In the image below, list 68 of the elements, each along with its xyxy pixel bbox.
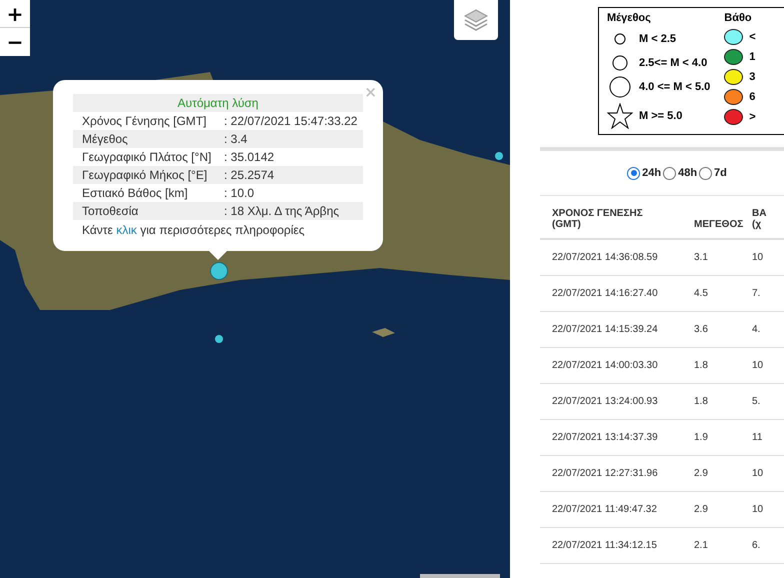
earthquake-marker[interactable] bbox=[215, 335, 223, 343]
popup-title: Αυτόματη λύση bbox=[73, 94, 363, 112]
field-label: Τοποθεσία bbox=[82, 204, 140, 218]
column-header: ΧΡΟΝΟΣ ΓΕΝΕΣΗΣ (GMT) bbox=[552, 208, 644, 230]
satellite-map[interactable] bbox=[0, 0, 510, 578]
circle-icon bbox=[612, 55, 628, 71]
table-cell-text: 7. bbox=[752, 288, 762, 299]
table-cell-text: 22/07/2021 13:14:37.39 bbox=[552, 432, 659, 443]
table-cell-text: 5. bbox=[752, 396, 762, 407]
table-cell-text: 3.6 bbox=[694, 324, 709, 335]
circle-icon bbox=[614, 33, 626, 45]
legend-label: M >= 5.0 bbox=[639, 110, 682, 122]
table-cell-text: 4. bbox=[752, 324, 762, 335]
period-radio[interactable]: 24h bbox=[627, 166, 662, 180]
field-label: Μέγεθος bbox=[82, 132, 129, 146]
field-label: Χρόνος Γένησης [GMT] bbox=[82, 114, 208, 128]
field-value: : 3.4 bbox=[224, 132, 248, 146]
table-cell-text: 22/07/2021 14:16:27.40 bbox=[552, 288, 659, 299]
legend-label: 4.0 <= M < 5.0 bbox=[639, 81, 710, 93]
table-cell-text: 11 bbox=[752, 432, 764, 443]
table-cell-text: 22/07/2021 13:24:00.93 bbox=[552, 396, 659, 407]
field-value: : 25.2574 bbox=[224, 168, 274, 182]
more-info-link[interactable]: κλικ bbox=[116, 223, 137, 237]
legend-label: > bbox=[749, 111, 756, 123]
table-cell-text: 1.8 bbox=[694, 396, 709, 407]
field-label: Γεωγραφικό Μήκος [°E] bbox=[82, 168, 208, 182]
legend-label: 3 bbox=[749, 71, 756, 83]
table-cell-text: 1.8 bbox=[694, 360, 709, 371]
table-cell-text: 22/07/2021 14:15:39.24 bbox=[552, 324, 659, 335]
field-value: : 10.0 bbox=[224, 186, 254, 200]
table-cell-text: 6. bbox=[752, 540, 762, 551]
field-value: : 18 Χλμ. Δ της Άρβης bbox=[224, 204, 340, 218]
legend-label: 1 bbox=[749, 51, 756, 63]
table-cell-text: 2.1 bbox=[694, 540, 709, 551]
table-cell-text: 10 bbox=[752, 468, 764, 479]
table-cell-text: 22/07/2021 11:49:47.32 bbox=[552, 504, 658, 515]
period-radio[interactable]: 7d bbox=[699, 166, 727, 180]
star-icon bbox=[607, 103, 633, 129]
layers-icon bbox=[463, 7, 489, 33]
circle-icon bbox=[609, 76, 631, 98]
legend-label: M < 2.5 bbox=[639, 33, 676, 45]
legend-label: 2.5<= M < 4.0 bbox=[639, 57, 708, 69]
legend-title: Βάθο bbox=[724, 12, 753, 24]
table-cell-text: 22/07/2021 14:36:08.59 bbox=[552, 252, 659, 263]
legend-label: 6 bbox=[749, 91, 756, 103]
table-cell-text: 2.9 bbox=[694, 504, 709, 515]
table-cell-text: 22/07/2021 12:27:31.96 bbox=[552, 468, 659, 479]
table-cell-text: 1.9 bbox=[694, 432, 709, 443]
field-value: : 35.0142 bbox=[224, 150, 274, 164]
table-cell-text: 22/07/2021 14:00:03.30 bbox=[552, 360, 659, 371]
table-cell-text: 4.5 bbox=[694, 288, 709, 299]
table-cell-text: 2.9 bbox=[694, 468, 709, 479]
field-label: Γεωγραφικό Πλάτος [°N] bbox=[82, 150, 212, 164]
legend-label: < bbox=[749, 31, 756, 43]
earthquake-marker[interactable] bbox=[495, 152, 503, 160]
legend-title: Μέγεθος bbox=[607, 12, 652, 24]
column-header: ΒΑ (χ bbox=[752, 208, 768, 230]
layers-button[interactable] bbox=[454, 0, 498, 40]
table-cell-text: 10 bbox=[752, 360, 764, 371]
period-radio[interactable]: 48h bbox=[663, 166, 698, 180]
table-cell-text: 22/07/2021 11:34:12.15 bbox=[552, 540, 658, 551]
field-value: : 22/07/2021 15:47:33.22 bbox=[224, 114, 358, 128]
field-label: Εστιακό Βάθος [km] bbox=[82, 186, 189, 200]
table-cell-text: 10 bbox=[752, 252, 764, 263]
column-header: ΜΕΓΕΘΟΣ bbox=[694, 219, 744, 230]
table-cell-text: 10 bbox=[752, 504, 764, 515]
table-cell-text: 3.1 bbox=[694, 252, 709, 263]
more-info-text: Κάντε κλικ για περισσότερες πληροφορίες bbox=[81, 222, 306, 237]
